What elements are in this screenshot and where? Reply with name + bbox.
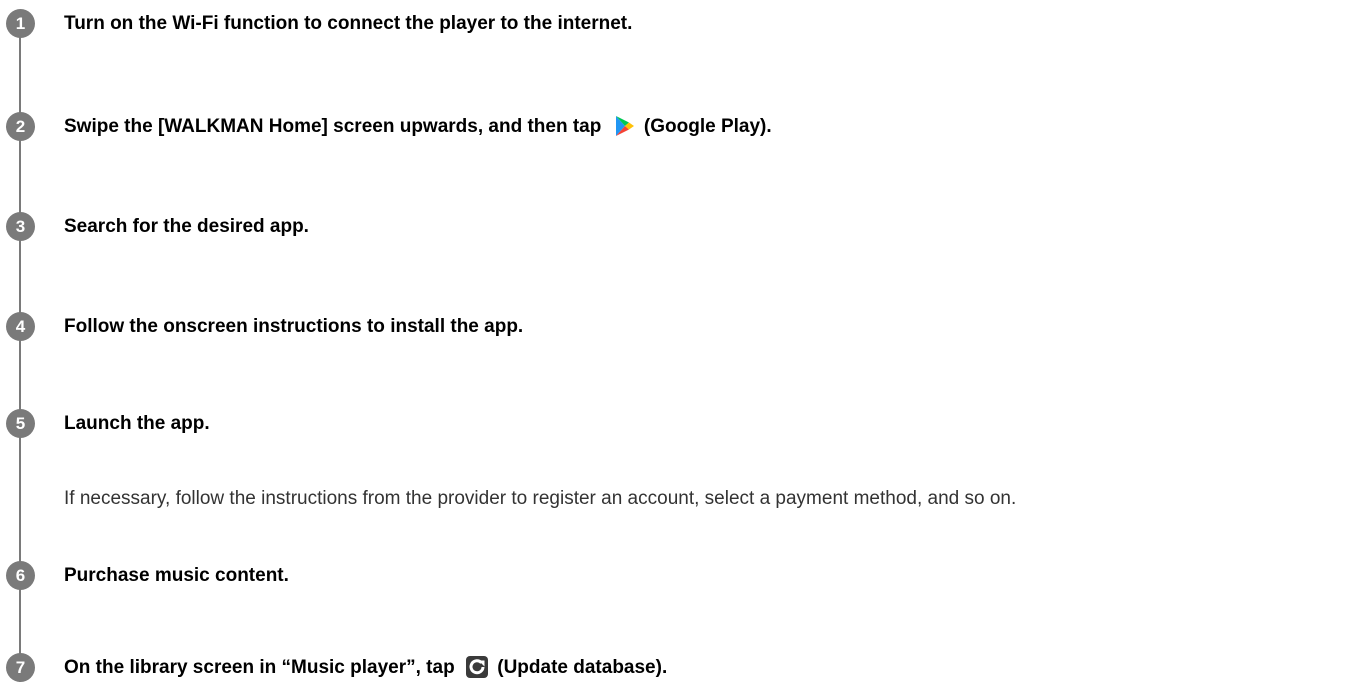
step-number-badge: 2 bbox=[6, 112, 35, 141]
procedure-steps: 1 Turn on the Wi-Fi function to connect … bbox=[0, 0, 1369, 684]
step-instruction: Purchase music content. bbox=[64, 565, 289, 586]
step-instruction: Launch the app. bbox=[64, 413, 210, 434]
step-instruction: Swipe the [WALKMAN Home] screen upwards,… bbox=[64, 113, 772, 146]
step-number-badge: 1 bbox=[6, 9, 35, 38]
step-instruction: Follow the onscreen instructions to inst… bbox=[64, 316, 524, 337]
step-instruction-text-after: (Update database). bbox=[497, 657, 668, 678]
step-number-badge: 4 bbox=[6, 312, 35, 341]
step-note: If necessary, follow the instructions fr… bbox=[64, 488, 1017, 509]
step-number-badge: 7 bbox=[6, 653, 35, 682]
step-instruction-text-before: On the library screen in “Music player”,… bbox=[64, 657, 455, 678]
step-number-badge: 6 bbox=[6, 561, 35, 590]
google-play-icon bbox=[613, 115, 635, 146]
step-number-badge: 5 bbox=[6, 409, 35, 438]
update-database-icon bbox=[465, 656, 488, 687]
step-instruction: Search for the desired app. bbox=[64, 216, 309, 237]
step-number-badge: 3 bbox=[6, 212, 35, 241]
step-instruction-text-before: Swipe the [WALKMAN Home] screen upwards,… bbox=[64, 116, 602, 137]
step-instruction: On the library screen in “Music player”,… bbox=[64, 654, 667, 687]
step-instruction-text-after: (Google Play). bbox=[643, 116, 772, 137]
step-instruction: Turn on the Wi-Fi function to connect th… bbox=[64, 13, 633, 34]
